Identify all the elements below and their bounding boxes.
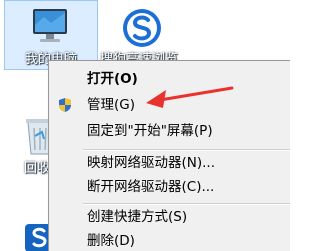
menu-item-pin-to-start-label: 固定到"开始"屏幕(P) — [87, 123, 213, 139]
menu-item-delete-label: 删除(D) — [87, 233, 135, 249]
menu-item-map-network-drive[interactable]: 映射网络驱动器(N)... — [49, 152, 290, 174]
desktop: 我的电脑 搜狗高速浏览 回收 打开(O) — [0, 0, 290, 251]
menu-item-create-shortcut[interactable]: 创建快捷方式(S) — [49, 206, 290, 228]
menu-item-disconnect-network-drive[interactable]: 断开网络驱动器(C)... — [49, 176, 290, 198]
computer-icon — [33, 9, 67, 42]
menu-item-pin-to-start[interactable]: 固定到"开始"屏幕(P) — [49, 120, 290, 142]
uac-shield-icon — [59, 98, 71, 112]
menu-separator — [83, 203, 290, 205]
context-menu: 打开(O) 管理(G) 固定到"开始"屏幕(P) 映射网络驱动器(N)... 断… — [48, 60, 290, 251]
menu-item-create-shortcut-label: 创建快捷方式(S) — [87, 209, 188, 225]
menu-item-map-network-drive-label: 映射网络驱动器(N)... — [87, 155, 216, 171]
menu-item-open[interactable]: 打开(O) — [49, 68, 290, 90]
menu-item-open-label: 打开(O) — [87, 71, 138, 87]
menu-item-manage[interactable]: 管理(G) — [49, 94, 290, 116]
menu-separator — [83, 149, 290, 151]
menu-item-manage-label: 管理(G) — [87, 97, 135, 113]
menu-item-delete[interactable]: 删除(D) — [49, 230, 290, 251]
menu-item-disconnect-network-drive-label: 断开网络驱动器(C)... — [87, 179, 215, 195]
sogou-browser-icon — [123, 9, 161, 47]
